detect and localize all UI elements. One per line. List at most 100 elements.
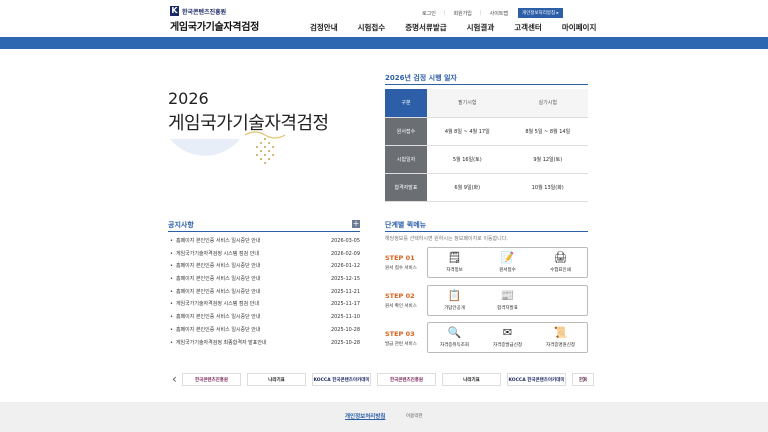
- notice-item-title: 홈페이지 본인인증 서비스 일시중단 안내: [170, 273, 261, 286]
- list-item[interactable]: 홈페이지 본인인증 서비스 일시중단 안내 2025-12-15: [170, 273, 360, 286]
- list-item[interactable]: 게임국가기술자격검정 시스템 점검 안내 2026-02-09: [170, 248, 360, 261]
- schedule-title: 2026년 검정 시행 일자: [385, 74, 457, 82]
- step-01-sub: 원서 접수 서비스: [385, 266, 417, 271]
- list-item[interactable]: 게임국가기술자격검정 시스템 점검 안내 2025-11-17: [170, 298, 360, 311]
- org-name: 한국콘텐츠진흥원: [182, 8, 227, 16]
- notice-title: 공지사항: [168, 221, 194, 229]
- col-practical: 실기시험: [507, 89, 588, 118]
- row-label: 원서접수: [385, 117, 427, 146]
- cell-written: 4월 8일 ~ 4월 17일: [427, 117, 508, 146]
- notice-item-title: 게임국가기술자격검정 시스템 점검 안내: [170, 298, 259, 311]
- notice-item-date: 2025-12-15: [330, 276, 360, 283]
- banner-kocca[interactable]: 한국콘텐츠진흥원: [377, 373, 436, 386]
- quick-cert-issue[interactable]: ✉ 자격증발급신청: [481, 323, 534, 352]
- notice-more-button[interactable]: +: [352, 220, 360, 228]
- notice-item-date: 2026-01-12: [330, 263, 360, 270]
- notice-item-title: 홈페이지 본인인증 서비스 일시중단 안내: [170, 235, 261, 248]
- sitemap-link[interactable]: 사이트맵: [490, 10, 508, 17]
- nav-mypage[interactable]: 마이페이지: [562, 22, 597, 33]
- nav-exam-apply[interactable]: 시험접수: [358, 22, 386, 33]
- site-title: 게임국가기술자격검정: [170, 22, 260, 33]
- main-nav: 검정안내 시험접수 증명서류발급 시험결과 고객센터 마이페이지: [310, 22, 596, 33]
- nav-customer-center[interactable]: 고객센터: [514, 22, 542, 33]
- list-item[interactable]: 게임국가기술자격검정 최종합격자 발표안내 2025-10-28: [170, 337, 360, 350]
- notice-item-title: 게임국가기술자격검정 시스템 점검 안내: [170, 248, 259, 261]
- signup-link[interactable]: 회원가입: [454, 10, 472, 17]
- hero-decoration: [170, 131, 286, 164]
- cell-practical: 10월 13일(화): [507, 173, 588, 202]
- printer-icon: 🖨: [553, 251, 568, 264]
- login-link[interactable]: 로그인: [422, 10, 436, 17]
- table-row: 시험일자 5월 16일(토) 9월 12일(토): [385, 145, 588, 174]
- notice-item-date: 2025-11-21: [330, 288, 360, 295]
- list-item[interactable]: 홈페이지 본인인증 서비스 일시중단 안내 2026-01-12: [170, 260, 360, 273]
- chevron-left-icon[interactable]: ‹: [172, 372, 177, 386]
- answer-sheet-icon: 📋: [447, 289, 462, 302]
- notice-item-date: 2026-03-05: [330, 238, 360, 244]
- quick-ticket-print[interactable]: 🖨 수험표인쇄: [534, 248, 587, 277]
- notice-item-date: 2025-10-28: [330, 326, 360, 333]
- step-03-label: STEP 03: [385, 330, 415, 338]
- utility-links: 로그인 | 회원가입 | 사이트맵 개인정보처리방침 ▸: [422, 8, 563, 18]
- col-written: 필기시험: [427, 89, 508, 118]
- step-01-box: 🗒 자격정보 📝 원서접수 🖨 수험표인쇄: [427, 247, 588, 278]
- notice-title-underline: [168, 231, 360, 232]
- quick-exam-apply[interactable]: 📝 원서접수: [481, 248, 534, 277]
- divider: |: [443, 10, 446, 16]
- list-item[interactable]: 홈페이지 본인인증 서비스 일시중단 안내 2025-10-28: [170, 324, 360, 337]
- kocca-logo-icon: K: [170, 6, 179, 16]
- nav-exam-guide[interactable]: 검정안내: [310, 22, 338, 33]
- quick-cert-lookup[interactable]: 🔍 자격증취득조회: [428, 323, 481, 352]
- footer-terms-link[interactable]: 이용약관: [406, 413, 423, 419]
- quickmenu-title: 단계별 퀵메뉴: [385, 221, 427, 229]
- table-row: 원서접수 4월 8일 ~ 4월 17일 8월 5일 ~ 8월 14일: [385, 117, 588, 146]
- cell-written: 6월 9일(화): [427, 173, 508, 202]
- site-logo[interactable]: K 한국콘텐츠진흥원 게임국가기술자격검정: [170, 6, 259, 33]
- dot-pattern: [256, 138, 274, 164]
- half-circle-shape: [170, 139, 240, 156]
- quick-cert-proof[interactable]: 📜 자격증명원신청: [534, 323, 587, 352]
- quickmenu-title-underline: [385, 231, 588, 232]
- cell-practical: 9월 12일(토): [507, 145, 588, 174]
- footer-privacy-link[interactable]: 개인정보처리방침: [345, 412, 385, 420]
- list-item[interactable]: 홈페이지 본인인증 서비스 일시중단 안내 2025-11-10: [170, 311, 360, 324]
- banner-kocca-academy[interactable]: KOCCA 한국콘텐츠아카데미: [507, 373, 566, 386]
- quickmenu-desc: 해당정보를 선택하시면 원하시는 정보페이지로 이동합니다.: [385, 236, 508, 242]
- step-03-box: 🔍 자격증취득조회 ✉ 자격증발급신청 📜 자격증명원신청: [427, 322, 588, 353]
- step-03-sub: 발급 관련 서비스: [385, 342, 417, 347]
- banner-narakipyo[interactable]: 나라기표: [442, 373, 501, 386]
- notice-item-date: 2026-02-09: [330, 250, 360, 257]
- pencil-form-icon: 📝: [500, 251, 515, 264]
- hero-year: 2026: [168, 89, 209, 108]
- certificate-icon: 📜: [553, 326, 568, 339]
- document-icon: 🗒: [447, 251, 462, 264]
- list-item[interactable]: 홈페이지 본인인증 서비스 일시중단 안내 2026-03-05: [170, 235, 360, 248]
- chevron-right-icon[interactable]: ›: [582, 372, 587, 386]
- banner-kocca[interactable]: 한국콘텐츠진흥원: [182, 373, 241, 386]
- notice-item-title: 게임국가기술자격검정 최종합격자 발표안내: [170, 337, 267, 350]
- quick-answer-key[interactable]: 📋 가답안공개: [428, 286, 481, 315]
- schedule-corner: 구분: [385, 89, 427, 118]
- row-label: 시험일자: [385, 145, 427, 174]
- notice-list: 홈페이지 본인인증 서비스 일시중단 안내 2026-03-05 게임국가기술자격…: [170, 235, 360, 349]
- privacy-button[interactable]: 개인정보처리방침 ▸: [518, 8, 563, 18]
- notice-item-title: 홈페이지 본인인증 서비스 일시중단 안내: [170, 324, 261, 337]
- nav-exam-result[interactable]: 시험결과: [467, 22, 495, 33]
- notice-item-date: 2025-11-17: [330, 301, 360, 308]
- wave-line: [244, 131, 286, 139]
- mail-icon: ✉: [502, 326, 513, 339]
- site-footer: 개인정보처리방침 이용약관: [0, 402, 768, 432]
- cell-written: 5월 16일(토): [427, 145, 508, 174]
- banner-narakipyo[interactable]: 나라기표: [247, 373, 306, 386]
- cell-practical: 8월 5일 ~ 8월 14일: [507, 117, 588, 146]
- quick-exam-info[interactable]: 🗒 자격정보: [428, 248, 481, 277]
- schedule-table: 구분 필기시험 실기시험 원서접수 4월 8일 ~ 4월 17일 8월 5일 ~…: [385, 89, 588, 202]
- schedule-header-row: 구분 필기시험 실기시험: [385, 89, 588, 118]
- list-item[interactable]: 홈페이지 본인인증 서비스 일시중단 안내 2025-11-21: [170, 286, 360, 299]
- banner-kocca-academy[interactable]: KOCCA 한국콘텐츠아카데미: [312, 373, 371, 386]
- notice-board-icon: 📰: [500, 289, 515, 302]
- magnifier-icon: 🔍: [447, 326, 462, 339]
- quick-pass-result[interactable]: 📰 합격자발표: [481, 286, 534, 315]
- nav-certificate[interactable]: 증명서류발급: [405, 22, 446, 33]
- main-content: 2026 게임국가기술자격검정 2026년 검정 시행 일자 구분 필기시험 실…: [0, 49, 768, 402]
